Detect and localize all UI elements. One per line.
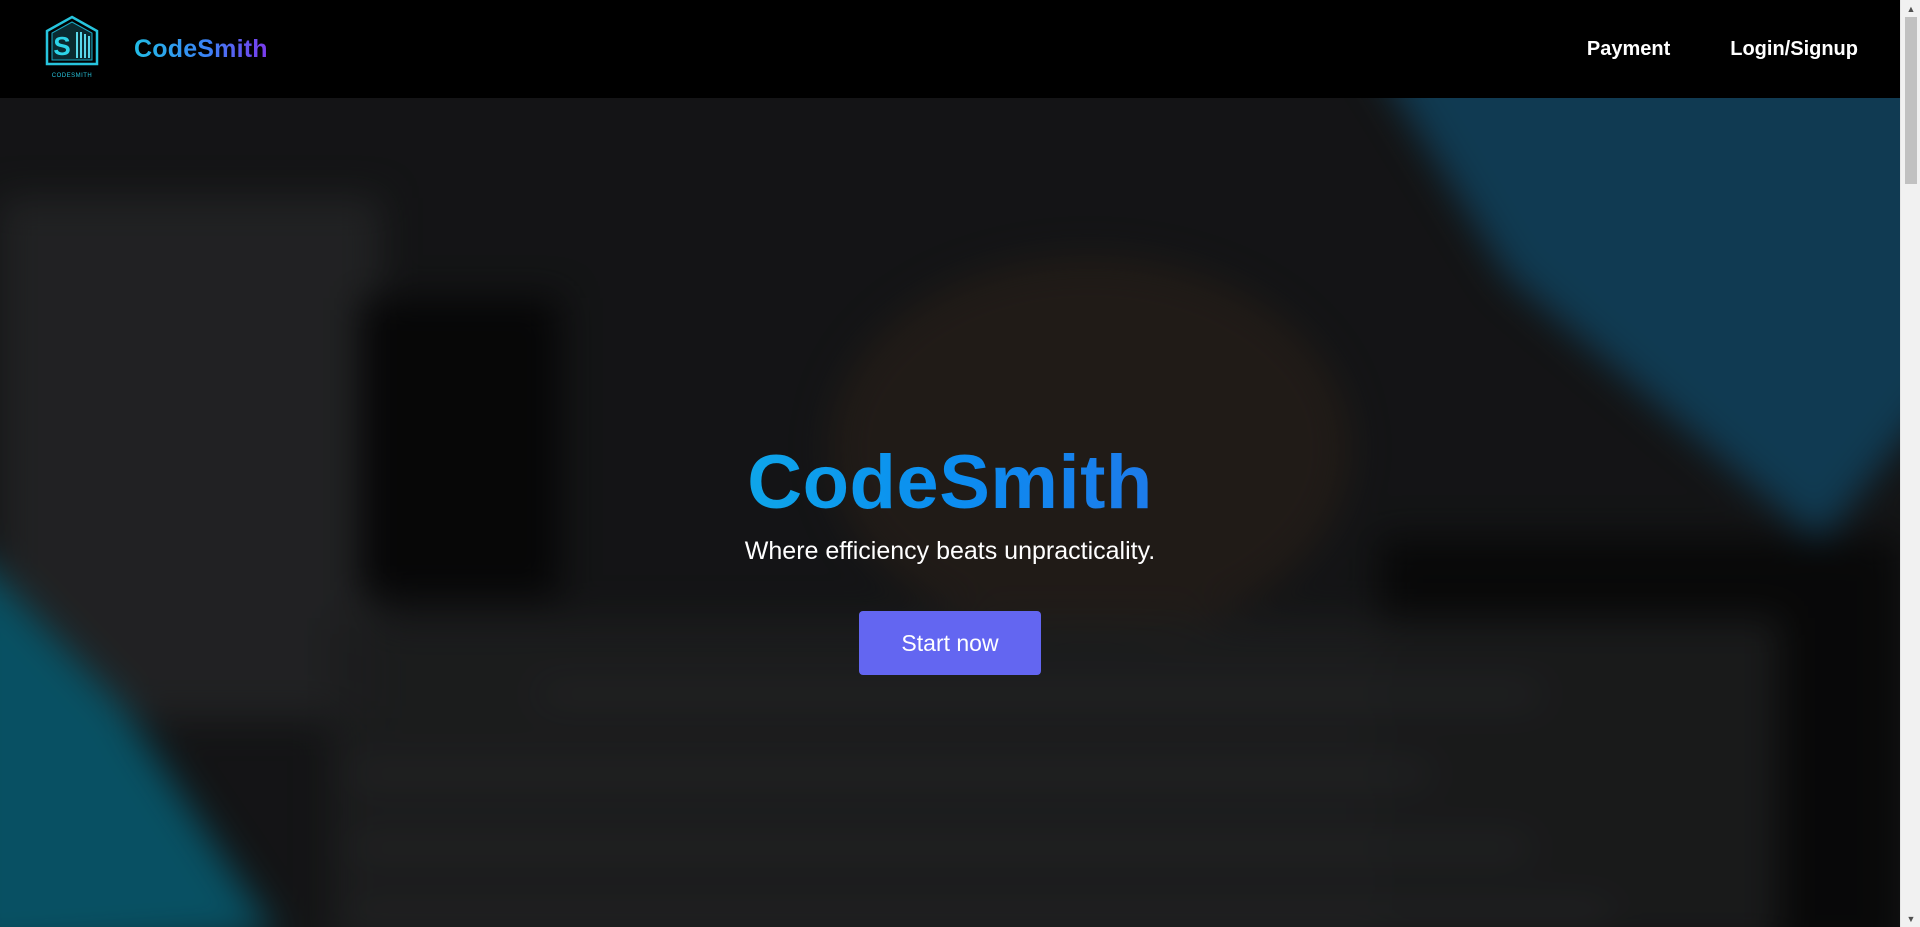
nav-link-login-signup[interactable]: Login/Signup [1730, 38, 1858, 61]
nav-links: Payment Login/Signup [1587, 38, 1858, 61]
codesmith-logo-icon: S CODESMITH [45, 15, 99, 79]
svg-text:S: S [53, 31, 70, 61]
top-navbar: S CODESMITH CodeSmith Payment Login/Sign… [0, 0, 1900, 98]
start-now-button[interactable]: Start now [859, 611, 1041, 675]
scroll-up-arrow-icon[interactable]: ▲ [1901, 0, 1920, 17]
hero-section: CodeSmith Where efficiency beats unpract… [0, 98, 1900, 927]
brand-link[interactable]: S CODESMITH CodeSmith [43, 14, 268, 84]
scroll-down-arrow-icon[interactable]: ▼ [1901, 910, 1920, 927]
scrollbar-thumb[interactable] [1905, 17, 1917, 184]
page-scrollbar[interactable]: ▲ ▼ [1900, 0, 1920, 927]
nav-link-payment[interactable]: Payment [1587, 38, 1670, 61]
hero-subtitle: Where efficiency beats unpracticality. [744, 537, 1156, 565]
svg-text:CODESMITH: CODESMITH [52, 73, 93, 79]
hero-title: CodeSmith [747, 438, 1153, 528]
hero-content: CodeSmith Where efficiency beats unpract… [0, 98, 1900, 927]
brand-name: CodeSmith [134, 34, 268, 63]
